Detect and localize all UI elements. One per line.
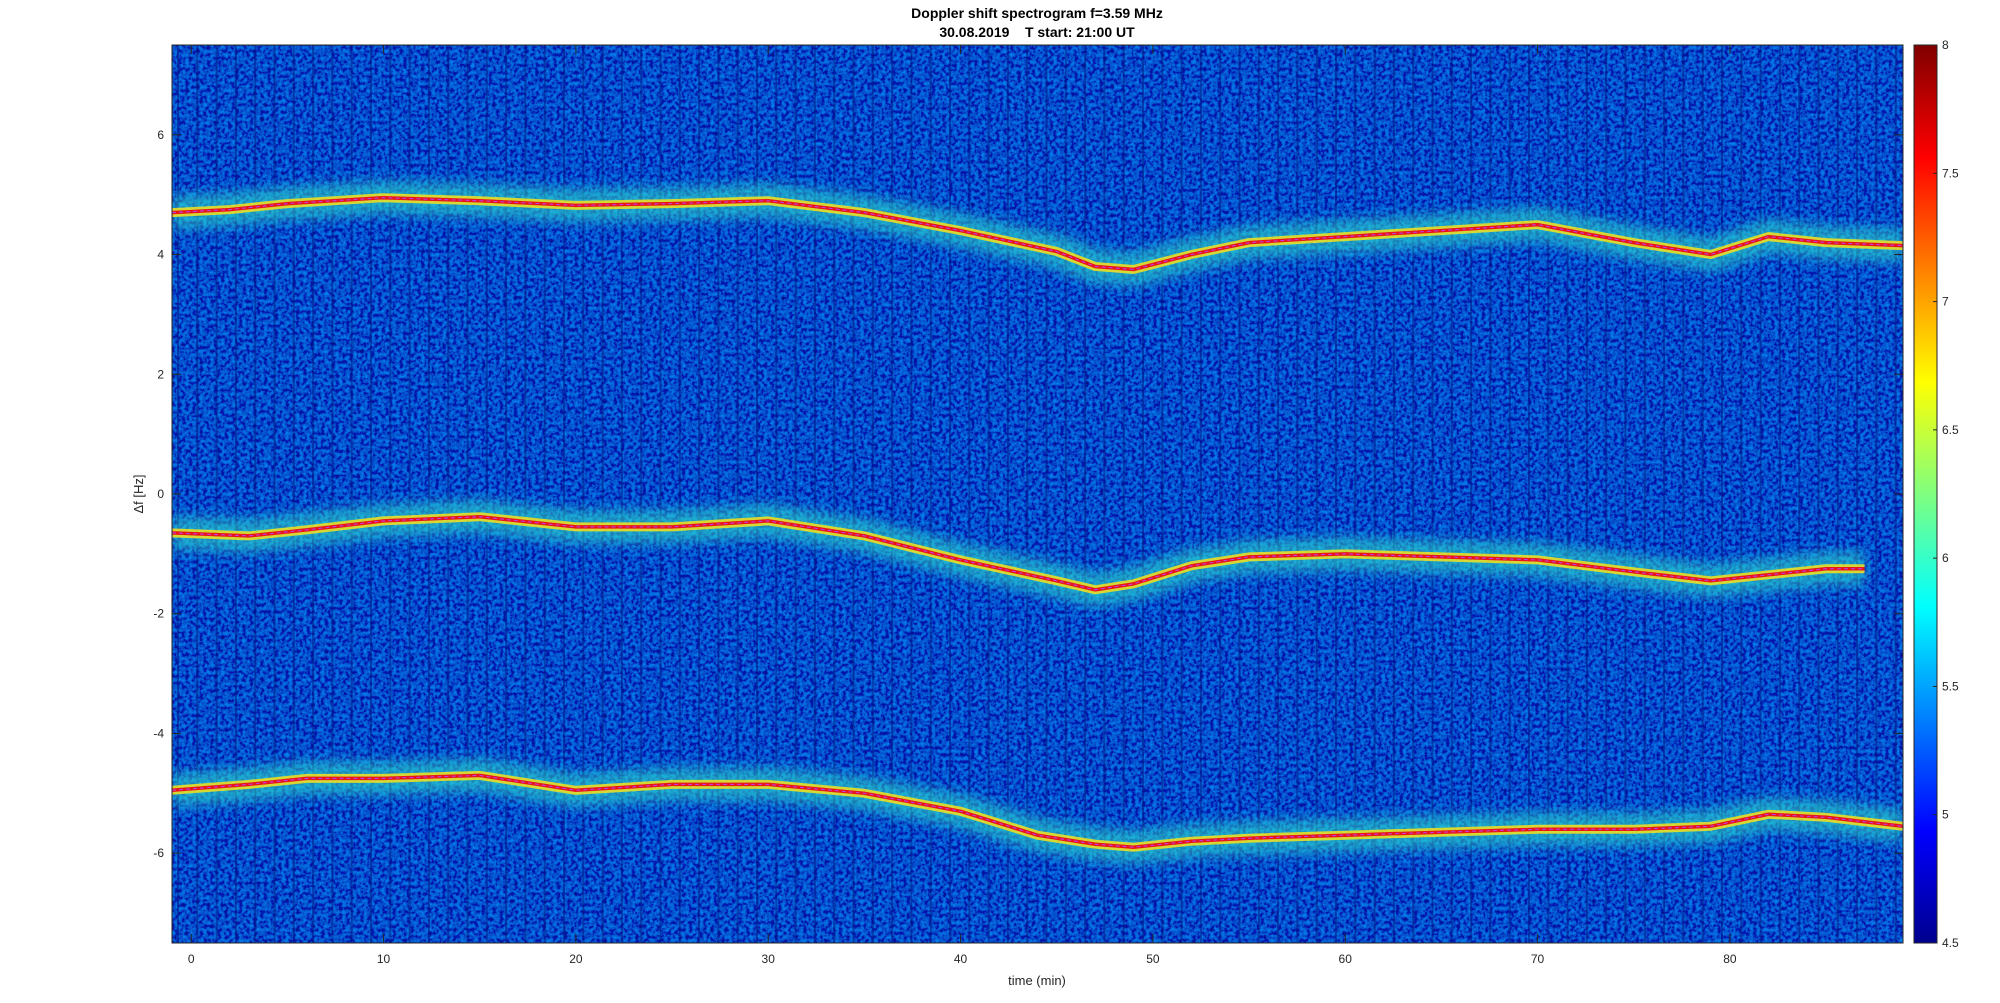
- chart-title: Doppler shift spectrogram f=3.59 MHz: [911, 5, 1163, 21]
- x-tick-label: 20: [569, 952, 583, 966]
- colorbar-tick-label: 7.5: [1942, 166, 1959, 180]
- x-tick-label: 10: [377, 952, 391, 966]
- colorbar-tick-label: 5.5: [1942, 679, 1959, 693]
- spectrogram-figure: Doppler shift spectrogram f=3.59 MHz 30.…: [131, 5, 1959, 988]
- x-tick-label: 0: [188, 952, 195, 966]
- y-tick-label: 4: [157, 248, 164, 262]
- y-tick-label: 6: [157, 128, 164, 142]
- colorbar-tick-label: 6: [1942, 551, 1949, 565]
- x-tick-label: 40: [954, 952, 968, 966]
- x-tick-label: 50: [1146, 952, 1160, 966]
- y-tick-label: 0: [157, 487, 164, 501]
- y-axis-label: Δf [Hz]: [131, 474, 146, 513]
- colorbar-tick-label: 4.5: [1942, 936, 1959, 950]
- colorbar-tick-label: 5: [1942, 808, 1949, 822]
- spectrogram-noise-texture: [172, 45, 1903, 943]
- y-tick-label: -4: [153, 726, 164, 740]
- colorbar-tick-label: 7: [1942, 295, 1949, 309]
- spectrogram-plot-area: [172, 45, 1903, 943]
- x-tick-label: 30: [762, 952, 776, 966]
- y-tick-label: -6: [153, 846, 164, 860]
- colorbar-tick-label: 8: [1942, 38, 1949, 52]
- colorbar: [1913, 44, 1938, 944]
- x-axis-label: time (min): [1008, 973, 1066, 988]
- colorbar-tick-label: 6.5: [1942, 423, 1959, 437]
- y-tick-label: -2: [153, 607, 164, 621]
- x-tick-label: 60: [1339, 952, 1353, 966]
- chart-subtitle: 30.08.2019 T start: 21:00 UT: [939, 24, 1135, 40]
- y-tick-label: 2: [157, 367, 164, 381]
- x-tick-label: 80: [1723, 952, 1737, 966]
- x-tick-label: 70: [1531, 952, 1545, 966]
